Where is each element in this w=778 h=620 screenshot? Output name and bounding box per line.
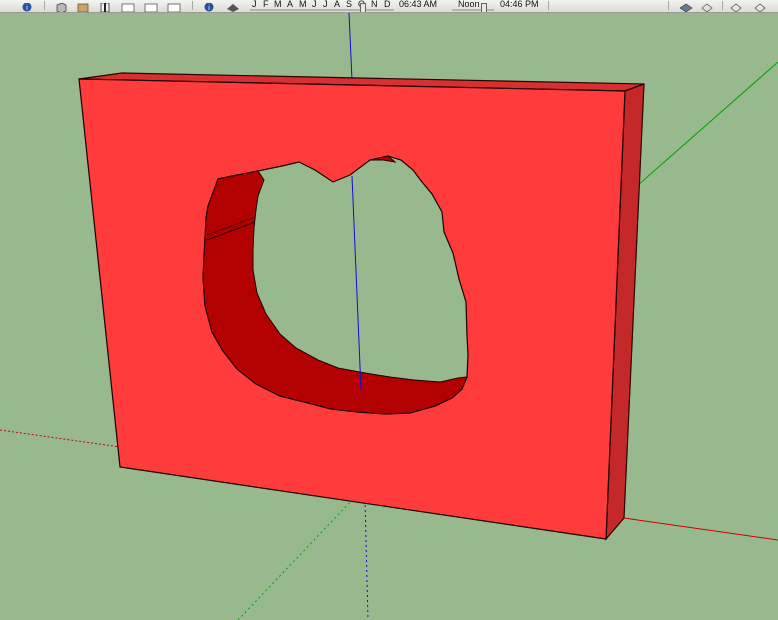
box-icon[interactable] (76, 0, 90, 12)
blue-axis-line (351, 175, 362, 391)
shadows-icon[interactable]: i (202, 0, 216, 12)
wall-front-face[interactable] (78, 78, 626, 540)
toolbar-separator (548, 1, 549, 10)
red-axis-line (609, 515, 778, 541)
month-label[interactable]: N (371, 0, 378, 9)
fog-icon[interactable] (225, 0, 241, 12)
toolbar-separator (44, 1, 45, 10)
time-slider[interactable] (452, 9, 494, 11)
model-viewport[interactable] (0, 13, 778, 620)
info-icon[interactable]: i (20, 0, 34, 12)
rect-view-icon[interactable] (166, 0, 182, 12)
styles-icon[interactable] (699, 0, 715, 12)
green-axis-dotted-line (237, 496, 356, 620)
toolbar-separator (192, 1, 193, 10)
toolbar-separator (668, 1, 669, 10)
date-slider-thumb[interactable] (360, 3, 366, 12)
scene-canvas[interactable] (0, 13, 778, 620)
rect-view-icon[interactable] (143, 0, 159, 12)
month-label[interactable]: M (274, 0, 282, 9)
date-slider[interactable] (250, 9, 394, 11)
month-label[interactable]: S (346, 0, 352, 9)
iso-view-icon[interactable] (728, 0, 744, 12)
time-slider-thumb[interactable] (481, 3, 487, 12)
month-label[interactable]: A (334, 0, 340, 9)
toolbar: i i J F M A M J J A S O N D 06:43 AM Noo… (0, 0, 778, 13)
sunrise-time: 06:43 AM (399, 0, 438, 9)
noon-label: Noon (458, 0, 480, 9)
month-label[interactable]: M (299, 0, 307, 9)
month-label[interactable]: J (323, 0, 328, 9)
iso-view-icon[interactable] (752, 0, 768, 12)
toolbar-separator (722, 1, 723, 10)
cube-icon[interactable] (54, 0, 68, 12)
month-label[interactable]: D (384, 0, 391, 9)
red-axis-dotted-line (0, 429, 121, 448)
rect-view-icon[interactable] (120, 0, 136, 12)
section-plane-icon[interactable] (98, 0, 112, 12)
month-label[interactable]: J (312, 0, 317, 9)
month-label[interactable]: J (252, 0, 257, 9)
blue-axis-line (348, 13, 353, 81)
blue-axis-dotted-line (364, 499, 369, 620)
sunset-time: 04:46 PM (500, 0, 539, 9)
month-label[interactable]: A (287, 0, 293, 9)
layers-icon[interactable] (678, 0, 694, 12)
month-label[interactable]: F (263, 0, 269, 9)
